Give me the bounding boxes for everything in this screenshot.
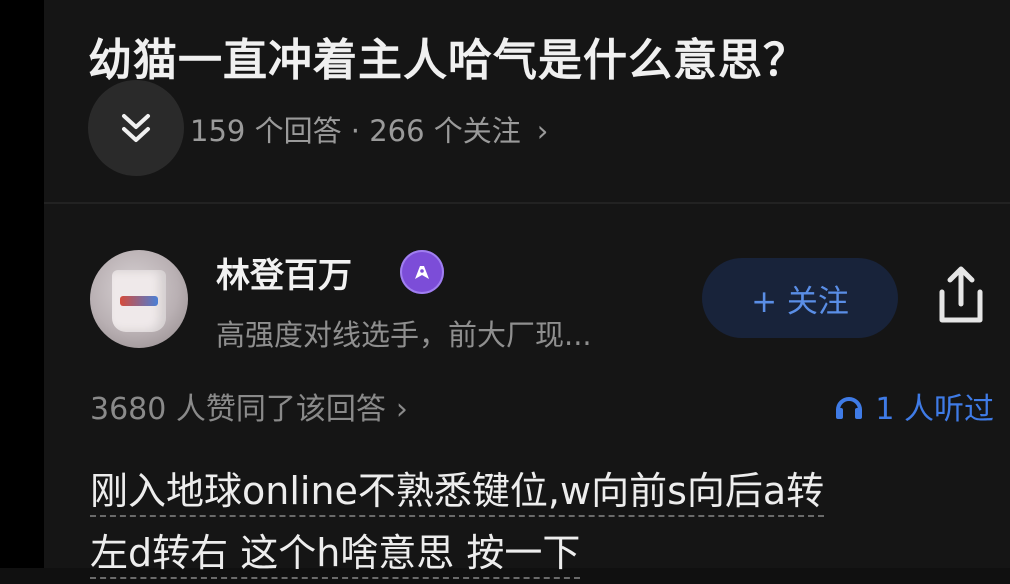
collapse-button[interactable]	[88, 80, 184, 176]
collapse-chevron-icon	[122, 114, 150, 142]
headphones-icon	[836, 397, 863, 419]
stats-chevron-icon: ›	[536, 114, 549, 148]
divider	[44, 202, 1010, 204]
question-stats-text: 159 个回答 · 266 个关注	[190, 114, 521, 148]
avatar-cup-logo	[120, 296, 158, 306]
creator-badge-icon[interactable]	[400, 250, 444, 294]
answer-body[interactable]: 刚入地球online不熟悉键位,w向前s向后a转 左d转右 这个h啥意思 按一下	[90, 460, 990, 584]
vote-count-text: 3680 人赞同了该回答	[90, 392, 386, 427]
listened-count-text: 1 人听过	[875, 392, 994, 427]
pen-nib-icon	[415, 266, 429, 279]
avatar[interactable]	[90, 250, 188, 348]
answer-line-1: 刚入地球online不熟悉键位,w向前s向后a转	[90, 469, 825, 517]
answer-line-2: 左d转右 这个h啥意思 按一下	[90, 531, 581, 579]
author-name[interactable]: 林登百万	[216, 248, 352, 297]
left-edge	[0, 0, 44, 568]
listened-count[interactable]: 1 人听过	[833, 384, 994, 428]
follow-button-label: + 关注	[751, 283, 849, 320]
question-title[interactable]: 幼猫一直冲着主人哈气是什么意思？	[88, 24, 808, 88]
vote-count[interactable]: 3680 人赞同了该回答 ›	[90, 384, 408, 428]
question-stats[interactable]: 159 个回答 · 266 个关注 ›	[190, 108, 548, 150]
share-icon[interactable]	[930, 262, 992, 328]
author-bio: 高强度对线选手，前大厂现...	[216, 318, 592, 352]
votes-chevron-icon: ›	[395, 392, 408, 427]
follow-button[interactable]: + 关注	[702, 258, 898, 338]
